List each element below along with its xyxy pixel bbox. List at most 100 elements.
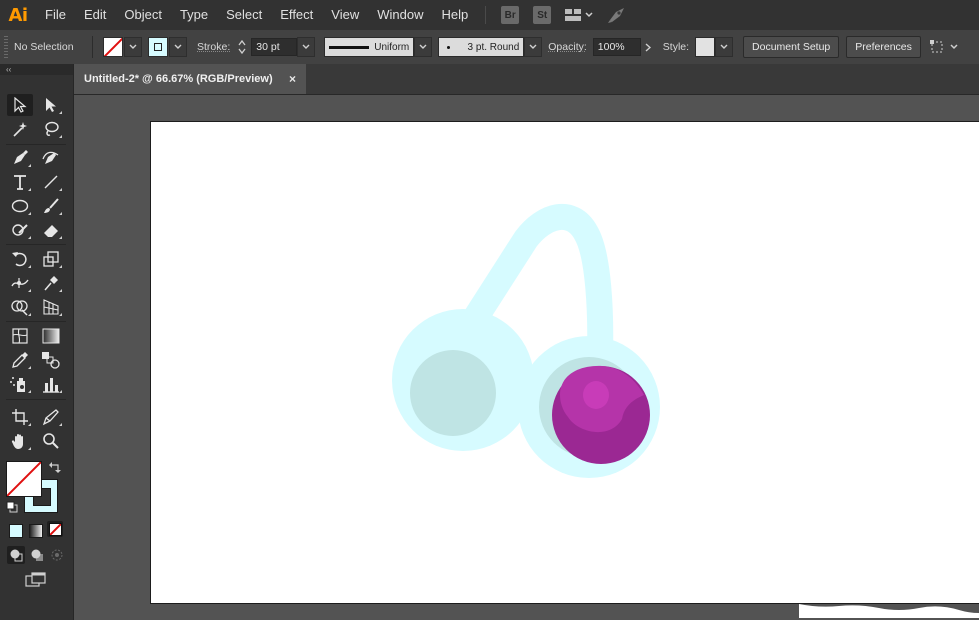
menu-effect[interactable]: Effect (271, 0, 322, 30)
hand-tool[interactable] (7, 430, 33, 452)
draw-behind-button[interactable] (28, 546, 46, 564)
stroke-label[interactable]: Stroke: (197, 41, 230, 53)
fill-swatch[interactable] (103, 37, 123, 57)
curvature-tool[interactable] (38, 147, 64, 169)
mesh-tool[interactable] (7, 325, 33, 347)
menu-window[interactable]: Window (368, 0, 432, 30)
shaper-tool[interactable] (7, 219, 33, 241)
opacity-label[interactable]: Opacity: (548, 41, 587, 53)
draw-inside-button[interactable] (48, 546, 66, 564)
menu-select[interactable]: Select (217, 0, 271, 30)
eraser-icon (44, 225, 58, 237)
swap-fill-stroke-button[interactable] (49, 462, 61, 477)
blend-tool[interactable] (38, 349, 64, 371)
default-fill-stroke-button[interactable] (6, 501, 18, 516)
brush-dot-icon (447, 45, 451, 49)
pen-tool[interactable] (7, 147, 33, 169)
gradient-tool[interactable] (38, 325, 64, 347)
bridge-button[interactable]: Br (501, 6, 520, 24)
line-segment-tool[interactable] (38, 171, 64, 193)
paintbrush-tool[interactable] (38, 195, 64, 217)
stroke-weight-stepper[interactable] (236, 37, 248, 57)
change-screen-mode-button[interactable] (25, 572, 47, 591)
fill-color-box[interactable] (6, 461, 42, 497)
zoom-icon (43, 433, 59, 449)
menu-file[interactable]: File (36, 0, 75, 30)
chevron-down-icon (720, 44, 728, 49)
stock-button[interactable]: St (533, 6, 552, 24)
tools-panel-collapse[interactable]: ‹‹ (0, 64, 73, 75)
control-bar-grip[interactable] (4, 36, 8, 58)
brush-dropdown[interactable] (524, 37, 543, 57)
artboard-icon (12, 409, 28, 425)
draw-normal-button[interactable] (7, 546, 25, 564)
none-mode-button[interactable] (47, 521, 63, 537)
fill-dropdown[interactable] (124, 37, 142, 57)
shape-builder-tool[interactable] (7, 296, 33, 318)
column-graph-icon (43, 378, 59, 393)
close-icon[interactable]: × (289, 72, 296, 86)
tool-divider (6, 399, 66, 400)
stroke-swatch-dropdown[interactable] (169, 37, 187, 57)
zoom-tool[interactable] (38, 430, 64, 452)
puppet-warp-tool[interactable] (38, 272, 64, 294)
type-icon (14, 175, 26, 190)
style-dropdown[interactable] (715, 37, 734, 57)
control-bar: No Selection Stroke: 30 pt Uniform 3 pt.… (0, 30, 979, 65)
graphic-style-swatch[interactable] (695, 37, 716, 57)
eyedropper-tool[interactable] (7, 349, 33, 371)
app-logo: Ai (8, 4, 28, 26)
preferences-button[interactable]: Preferences (846, 36, 921, 58)
line-segment-icon (44, 175, 58, 189)
type-tool[interactable] (7, 171, 33, 193)
width-tool[interactable] (7, 272, 33, 294)
menu-edit[interactable]: Edit (75, 0, 115, 30)
shaper-icon (12, 224, 28, 236)
arrange-documents-button[interactable] (564, 8, 594, 22)
stroke-weight-input[interactable]: 30 pt (251, 38, 298, 56)
document-tab[interactable]: Untitled-2* @ 66.67% (RGB/Preview) × (74, 64, 306, 94)
menu-type[interactable]: Type (171, 0, 217, 30)
eraser-tool[interactable] (38, 219, 64, 241)
opacity-input[interactable]: 100% (592, 38, 641, 56)
scale-tool[interactable] (38, 248, 64, 270)
magic-wand-tool[interactable] (7, 118, 33, 140)
chevron-right-icon (645, 42, 651, 52)
variable-width-profile[interactable]: Uniform (324, 37, 415, 57)
document-setup-button[interactable]: Document Setup (743, 36, 840, 58)
direct-selection-tool[interactable] (38, 94, 64, 116)
column-graph-tool[interactable] (38, 373, 64, 395)
brush-definition[interactable]: 3 pt. Round (438, 37, 525, 57)
opacity-slider-toggle[interactable] (641, 37, 655, 57)
artboard-tool[interactable] (7, 406, 33, 428)
symbol-sprayer-tool[interactable] (7, 373, 33, 395)
canvas-area[interactable] (74, 95, 979, 620)
selection-status: No Selection (14, 41, 74, 53)
document-tab-bar: Untitled-2* @ 66.67% (RGB/Preview) × (74, 64, 979, 95)
gpu-performance-button[interactable] (606, 6, 628, 24)
draw-behind-icon (31, 549, 43, 561)
profile-dropdown[interactable] (414, 37, 433, 57)
menu-separator (485, 6, 487, 24)
selection-tool[interactable] (7, 94, 33, 116)
menu-help[interactable]: Help (432, 0, 477, 30)
style-label: Style: (662, 41, 690, 53)
stroke-swatch[interactable] (148, 37, 168, 57)
lasso-tool[interactable] (38, 118, 64, 140)
scale-icon (43, 251, 59, 267)
gradient-mode-button[interactable] (29, 524, 43, 538)
screen-mode-icon (25, 572, 46, 587)
color-mode-button[interactable] (9, 524, 23, 538)
chevron-down-icon (174, 44, 182, 49)
stroke-weight-dropdown[interactable] (297, 37, 316, 57)
perspective-grid-tool[interactable] (38, 296, 64, 318)
rocket-icon (608, 8, 625, 23)
rotate-tool[interactable] (7, 248, 33, 270)
menu-object[interactable]: Object (115, 0, 171, 30)
arrange-button[interactable] (929, 39, 961, 55)
menu-view[interactable]: View (322, 0, 368, 30)
ellipse-tool[interactable] (7, 195, 33, 217)
slice-tool[interactable] (38, 406, 64, 428)
magic-wand-icon (13, 122, 27, 137)
tool-divider (6, 244, 66, 245)
